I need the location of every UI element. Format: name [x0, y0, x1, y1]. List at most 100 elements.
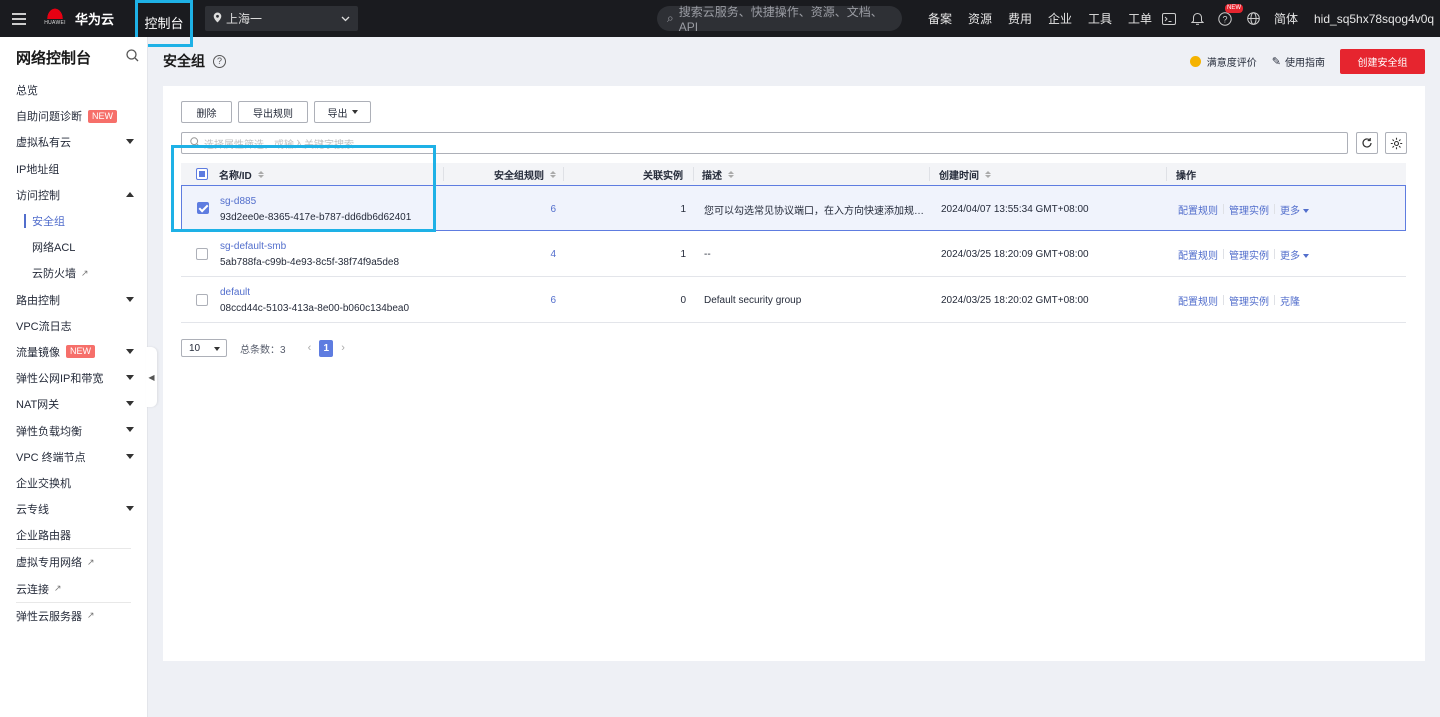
column-header-created[interactable]: 创建时间 [939, 163, 991, 185]
table-row[interactable]: sg-default-smb 5ab788fa-c99b-4e93-8c5f-3… [181, 231, 1406, 277]
nav-resources[interactable]: 资源 [960, 10, 1000, 27]
sidebar-item-vpn[interactable]: 虚拟专用网络 ↗ [0, 549, 147, 575]
sidebar-item-self-diagnosis[interactable]: 自助问题诊断 NEW [0, 103, 147, 129]
export-dropdown-button[interactable]: 导出 [314, 101, 371, 123]
rules-count-link[interactable]: 6 [550, 204, 556, 215]
clone-link[interactable]: 克隆 [1280, 293, 1300, 308]
location-pin-icon [213, 12, 222, 26]
sidebar-collapse-toggle[interactable]: ◀ [146, 347, 157, 407]
language-switch[interactable]: 简体 [1274, 10, 1298, 27]
menu-icon[interactable] [0, 0, 37, 37]
column-header-instances: 关联实例 [643, 170, 683, 182]
terminal-icon[interactable] [1160, 10, 1178, 28]
sidebar-item-direct-connect[interactable]: 云专线 [0, 496, 147, 522]
sidebar-item-ecs[interactable]: 弹性云服务器 ↗ [0, 603, 147, 629]
chevron-down-icon [126, 348, 134, 354]
sidebar-menu: 总览 自助问题诊断 NEW 虚拟私有云 IP地址组 访问控制 安全组 网络ACL … [0, 77, 147, 629]
description: Default security group [704, 294, 802, 306]
sort-icon [728, 170, 734, 178]
row-checkbox[interactable] [196, 248, 208, 260]
row-operations: 配置规则 管理实例 更多 [1178, 247, 1309, 262]
huawei-cloud-logo[interactable]: HUAWEI 华为云 [43, 6, 133, 31]
filter-search-input[interactable]: 选择属性筛选，或输入关键字搜索 [181, 132, 1348, 154]
row-checkbox[interactable] [197, 202, 209, 214]
sidebar-item-cloud-firewall[interactable]: 云防火墙 ↗ [0, 260, 147, 286]
more-dropdown[interactable]: 更多 [1280, 202, 1309, 217]
region-name: 上海一 [226, 12, 263, 26]
create-security-group-button[interactable]: 创建安全组 [1340, 49, 1425, 74]
more-dropdown[interactable]: 更多 [1280, 247, 1309, 262]
sidebar-item-vpc-flow-logs[interactable]: VPC流日志 [0, 313, 147, 339]
gear-icon [1390, 137, 1402, 149]
export-rules-button[interactable]: 导出规则 [238, 101, 308, 123]
column-header-rules[interactable]: 安全组规则 [494, 163, 556, 185]
sidebar-item-network-acl[interactable]: 网络ACL [0, 234, 147, 260]
rules-count-link[interactable]: 4 [550, 249, 556, 260]
configure-rules-link[interactable]: 配置规则 [1178, 247, 1218, 262]
row-checkbox[interactable] [196, 294, 208, 306]
chevron-down-icon [126, 139, 134, 145]
current-page-button[interactable]: 1 [319, 339, 334, 357]
configure-rules-link[interactable]: 配置规则 [1178, 202, 1218, 217]
search-icon[interactable] [126, 49, 139, 65]
user-guide-link[interactable]: ✎ 使用指南 [1272, 54, 1325, 69]
refresh-button[interactable] [1356, 132, 1378, 154]
sidebar-item-route-control[interactable]: 路由控制 [0, 287, 147, 313]
globe-icon[interactable] [1244, 10, 1262, 28]
nav-tools[interactable]: 工具 [1080, 10, 1120, 27]
sidebar-item-cloud-connect[interactable]: 云连接 ↗ [0, 576, 147, 602]
region-selector[interactable]: 上海一 [205, 6, 358, 31]
help-icon[interactable]: ? [213, 54, 226, 68]
rules-count-link[interactable]: 6 [550, 295, 556, 306]
created-time: 2024/03/25 18:20:09 GMT+08:00 [941, 248, 1089, 260]
security-group-name-link[interactable]: sg-d885 [220, 196, 411, 207]
nav-enterprise[interactable]: 企业 [1040, 10, 1080, 27]
top-nav: 备案 资源 费用 企业 工具 工单 [920, 0, 1160, 37]
nav-beian[interactable]: 备案 [920, 10, 960, 27]
chevron-down-icon [126, 375, 134, 381]
user-account[interactable]: hid_sq5hx78sqog4v0q [1314, 0, 1434, 37]
select-all-checkbox[interactable] [196, 168, 208, 180]
column-header-description[interactable]: 描述 [702, 163, 734, 185]
sidebar-item-enterprise-router[interactable]: 企业路由器 [0, 522, 147, 548]
top-icons: ? NEW 简体 [1160, 0, 1298, 37]
manage-instances-link[interactable]: 管理实例 [1229, 293, 1269, 308]
pagination: 10 总条数：3 ‹ 1 › [181, 339, 345, 357]
delete-button[interactable]: 删除 [181, 101, 232, 123]
sidebar-item-ip-groups[interactable]: IP地址组 [0, 156, 147, 182]
sidebar-item-vpc[interactable]: 虚拟私有云 [0, 129, 147, 155]
sidebar-item-eip-bandwidth[interactable]: 弹性公网IP和带宽 [0, 365, 147, 391]
column-header-name[interactable]: 名称/ID [219, 163, 264, 185]
sidebar-item-traffic-mirroring[interactable]: 流量镜像 NEW [0, 339, 147, 365]
configure-rules-link[interactable]: 配置规则 [1178, 293, 1218, 308]
manage-instances-link[interactable]: 管理实例 [1229, 202, 1269, 217]
security-group-name-link[interactable]: default [220, 287, 409, 298]
sidebar-item-enterprise-switch[interactable]: 企业交换机 [0, 470, 147, 496]
next-page-icon[interactable]: › [341, 342, 345, 354]
document-edit-icon: ✎ [1271, 56, 1281, 68]
sidebar-item-vpc-endpoint[interactable]: VPC 终端节点 [0, 444, 147, 470]
prev-page-icon[interactable]: ‹ [308, 342, 312, 354]
page-header: 安全组 ? [163, 50, 226, 72]
table-row[interactable]: sg-d885 93d2ee0e-8365-417e-b787-dd6db6d6… [181, 185, 1406, 231]
settings-button[interactable] [1385, 132, 1407, 154]
sidebar-item-overview[interactable]: 总览 [0, 77, 147, 103]
page-size-select[interactable]: 10 [181, 339, 227, 357]
nav-tickets[interactable]: 工单 [1120, 10, 1160, 27]
global-search-input[interactable]: ⌕ 搜索云服务、快捷操作、资源、文档、API [657, 5, 902, 34]
table-row[interactable]: default 08ccd44c-5103-413a-8e00-b060c134… [181, 277, 1406, 323]
help-center-icon[interactable]: ? NEW [1216, 3, 1243, 28]
manage-instances-link[interactable]: 管理实例 [1229, 247, 1269, 262]
security-group-name-link[interactable]: sg-default-smb [220, 241, 399, 252]
security-group-table: 名称/ID 安全组规则 关联实例 描述 创建时间 操作 sg-d885 93d2… [181, 163, 1406, 323]
sidebar-item-security-groups[interactable]: 安全组 [0, 208, 147, 234]
feedback-link[interactable]: 满意度评价 [1189, 54, 1257, 69]
sidebar-item-elb[interactable]: 弹性负载均衡 [0, 417, 147, 443]
nav-billing[interactable]: 费用 [1000, 10, 1040, 27]
sidebar-item-access-control[interactable]: 访问控制 [0, 182, 147, 208]
chevron-down-icon [126, 506, 134, 511]
sidebar-item-nat-gateway[interactable]: NAT网关 [0, 391, 147, 417]
security-group-id: 93d2ee0e-8365-417e-b787-dd6db6d62401 [220, 211, 412, 223]
bell-icon[interactable] [1188, 10, 1206, 28]
search-icon: ⌕ [667, 11, 674, 25]
